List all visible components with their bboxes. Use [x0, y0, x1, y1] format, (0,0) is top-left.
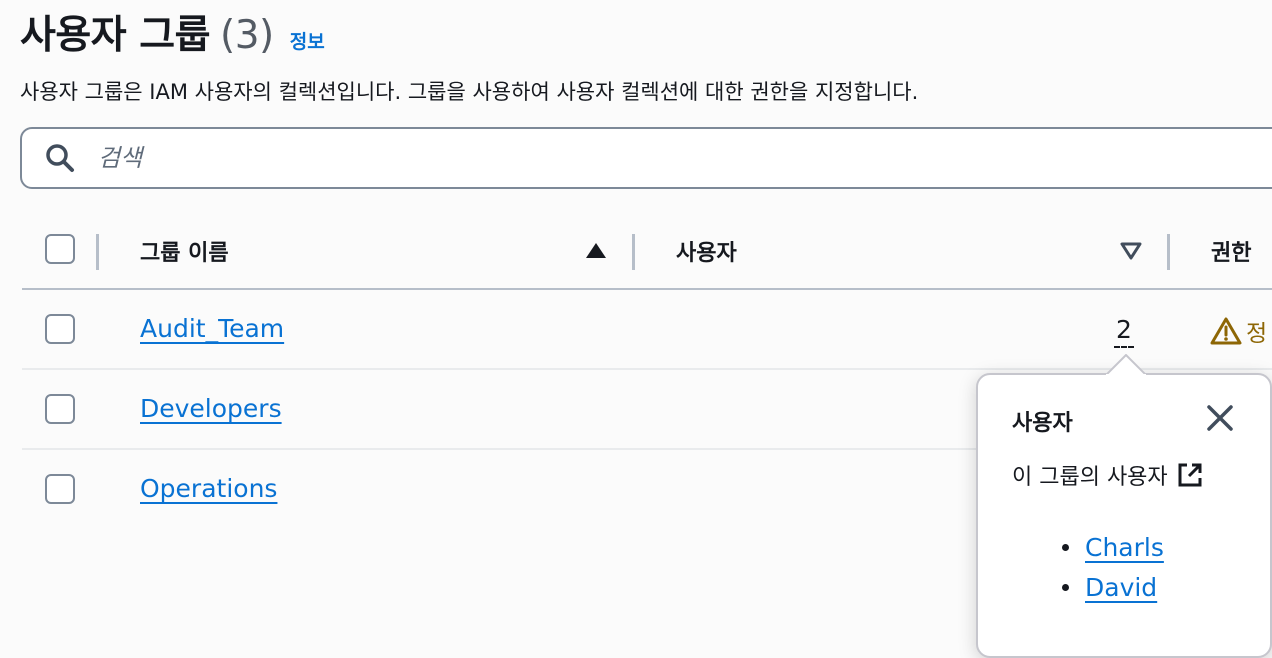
- group-users-link[interactable]: 이 그룹의 사용자: [1012, 459, 1204, 491]
- group-count: (3): [219, 13, 274, 58]
- list-item: Charls: [1062, 527, 1164, 567]
- popover-subtitle: 이 그룹의 사용자: [1012, 465, 1168, 490]
- table-header: 그룹 이름 사용자 권한: [22, 212, 1272, 290]
- row-checkbox[interactable]: [45, 474, 75, 504]
- permission-status: 정: [1210, 314, 1267, 348]
- warning-icon: [1210, 317, 1242, 345]
- info-link[interactable]: 정보: [290, 27, 325, 54]
- search-input[interactable]: [98, 144, 1098, 172]
- select-all-checkbox[interactable]: [45, 234, 75, 264]
- bullet: [1062, 543, 1069, 551]
- column-header-users[interactable]: 사용자: [676, 235, 737, 267]
- popover-title: 사용자: [1012, 411, 1073, 436]
- bullet: [1062, 583, 1069, 591]
- sort-ascending-icon[interactable]: [585, 242, 607, 260]
- column-header-group-name[interactable]: 그룹 이름: [140, 235, 229, 267]
- page-title: 사용자 그룹 (3): [20, 13, 274, 58]
- search-icon: [46, 144, 74, 172]
- group-link[interactable]: Operations: [140, 474, 277, 503]
- close-icon[interactable]: [1204, 402, 1236, 434]
- page-description: 사용자 그룹은 IAM 사용자의 컬렉션입니다. 그룹을 사용하여 사용자 컬렉…: [20, 80, 919, 104]
- popover-arrow: [1106, 354, 1146, 376]
- row-checkbox[interactable]: [45, 314, 75, 344]
- column-header-permissions[interactable]: 권한: [1211, 235, 1251, 267]
- table-row: Audit_Team 2 정: [22, 290, 1272, 370]
- page-header: 사용자 그룹 (3) 정보: [20, 4, 325, 60]
- user-count[interactable]: 2: [1114, 314, 1134, 348]
- row-checkbox[interactable]: [45, 394, 75, 424]
- column-divider[interactable]: [632, 234, 635, 270]
- search-box[interactable]: [20, 127, 1272, 189]
- user-link[interactable]: David: [1085, 573, 1157, 602]
- group-link[interactable]: Audit_Team: [140, 314, 284, 343]
- list-item: David: [1062, 567, 1164, 607]
- user-groups-page: 사용자 그룹 (3) 정보 사용자 그룹은 IAM 사용자의 컬렉션입니다. 그룹…: [0, 0, 1272, 658]
- users-popover: 사용자 이 그룹의 사용자 Charls David: [976, 373, 1272, 658]
- sort-descending-icon[interactable]: [1120, 242, 1142, 260]
- column-divider: [96, 234, 99, 270]
- user-link[interactable]: Charls: [1085, 533, 1164, 562]
- group-link[interactable]: Developers: [140, 394, 282, 423]
- permission-text: 정: [1246, 321, 1268, 347]
- popover-user-list: Charls David: [1062, 527, 1164, 607]
- column-divider[interactable]: [1167, 234, 1170, 270]
- external-link-icon[interactable]: [1176, 461, 1204, 489]
